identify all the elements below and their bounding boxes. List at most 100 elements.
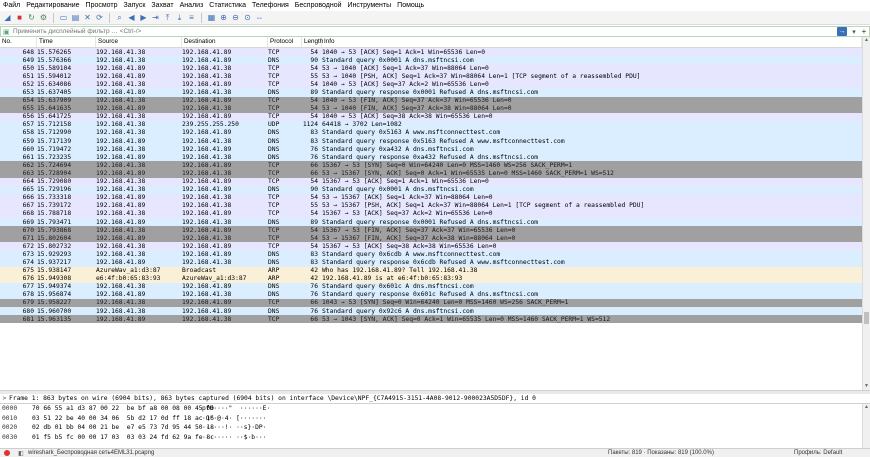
packet-row[interactable]: 677 15.949374 192.168.41.38 192.168.41.89 DN… [0,282,862,291]
packet-row[interactable]: 658 15.712990 192.168.41.38 192.168.41.89 DN… [0,128,862,138]
menu-item[interactable]: Статистика [209,2,246,9]
capture-file-icon[interactable]: ◧ [17,450,25,457]
packet-destination: 192.168.41.38 [182,64,232,72]
packet-row[interactable]: 661 15.723235 192.168.41.89 192.168.41.38 DN… [0,153,862,162]
packet-row[interactable]: 651 15.594012 192.168.41.89 192.168.41.38 TC… [0,72,862,81]
menu-item[interactable]: Редактирование [26,2,79,9]
autoscroll-icon[interactable]: ≡ [187,13,196,22]
menu-item[interactable]: Телефония [252,2,289,9]
packet-list-scrollbar[interactable]: ▲ ▼ [862,37,870,390]
menu-item[interactable]: Просмотр [86,2,118,9]
packet-row[interactable]: 656 15.641725 192.168.41.38 192.168.41.89 TC… [0,112,862,121]
zoom-out-icon[interactable]: ⊖ [231,13,240,22]
packet-row[interactable]: 678 15.956874 192.168.41.89 192.168.41.38 DN… [0,290,862,299]
packet-row[interactable]: 668 15.788718 192.168.41.38 192.168.41.89 TC… [0,209,862,218]
packet-row[interactable]: 654 15.637909 192.168.41.38 192.168.41.89 TC… [0,96,862,105]
find-icon[interactable]: ⌕ [115,13,124,22]
menu-item[interactable]: Захват [151,2,173,9]
packet-no: 653 [22,89,34,97]
filter-dropdown-icon[interactable]: ▾ [849,27,859,36]
packet-row[interactable]: 662 15.724694 192.168.41.38 192.168.41.89 TC… [0,161,862,170]
colorize-icon[interactable]: ▦ [207,13,216,22]
menu-item[interactable]: Файл [3,2,20,9]
bytes-row[interactable]: 0030 01 f5 b5 fc 00 00 17 03 03 03 24 fd … [0,433,862,443]
packet-row[interactable]: 671 15.802604 192.168.41.89 192.168.41.38 TC… [0,234,862,243]
packet-length: 55 [310,202,318,210]
expert-info-icon[interactable] [3,450,11,457]
packet-row[interactable]: 679 15.958227 192.168.41.38 192.168.41.89 TC… [0,298,862,307]
column-header-destination[interactable]: Destination [182,37,268,47]
save-file-icon[interactable]: ▤ [71,13,80,22]
first-packet-icon[interactable]: ⤒ [163,13,172,22]
resize-columns-icon[interactable]: ⇔ [255,13,264,22]
packet-row[interactable]: 663 15.728904 192.168.41.89 192.168.41.38 TC… [0,169,862,178]
packet-row[interactable]: 665 15.729196 192.168.41.38 192.168.41.89 DN… [0,185,862,194]
bytes-row[interactable]: 0000 70 66 55 a1 d3 87 00 22 be bf a8 00 … [0,404,862,414]
add-filter-button[interactable]: + [859,27,869,36]
packet-source: 192.168.41.89 [96,194,146,202]
stop-icon[interactable]: ■ [15,13,24,22]
apply-filter-button[interactable]: → [837,27,847,36]
column-header-source[interactable]: Source [96,37,182,47]
menu-item[interactable]: Помощь [397,2,424,9]
packet-row[interactable]: 670 15.793868 192.168.41.38 192.168.41.89 TC… [0,226,862,235]
packet-no: 677 [22,283,34,291]
packet-row[interactable]: 660 15.719472 192.168.41.38 192.168.41.89 DN… [0,145,862,154]
bookmark-filter-icon[interactable]: ▣ [3,28,10,36]
packet-row[interactable]: 666 15.733318 192.168.41.89 192.168.41.38 TC… [0,193,862,202]
shark-fin-icon[interactable]: ◢ [3,13,12,22]
expand-arrow-icon[interactable]: > [0,395,9,402]
menu-item[interactable]: Инструменты [348,2,392,9]
bytes-row[interactable]: 0020 02 db 01 bb 04 00 21 be e7 e5 73 7d … [0,423,862,433]
go-to-packet-icon[interactable]: ⇥ [151,13,160,22]
packet-row[interactable]: 681 15.963135 192.168.41.89 192.168.41.38 TC… [0,315,862,324]
menu-item[interactable]: Анализ [180,2,204,9]
profile-label[interactable]: Профиль: Default [794,450,842,456]
packet-row[interactable]: 648 15.576265 192.168.41.38 192.168.41.89 TC… [0,48,862,57]
column-header-time[interactable]: Time [37,37,96,47]
menu-item[interactable]: Запуск [124,2,146,9]
packet-protocol: DNS [268,145,280,153]
packet-row[interactable]: 655 15.641635 192.168.41.89 192.168.41.38 TC… [0,104,862,113]
packet-row[interactable]: 649 15.576366 192.168.41.38 192.168.41.89 DN… [0,56,862,65]
packet-row[interactable]: 652 15.634086 192.168.41.38 192.168.41.89 TC… [0,80,862,89]
display-filter-input[interactable] [1,27,837,36]
back-arrow-icon[interactable]: ◀ [127,13,136,22]
packet-no: 669 [22,218,34,226]
restart-icon[interactable]: ↻ [27,13,36,22]
column-header-info[interactable]: Info [322,37,862,47]
options-gear-icon[interactable]: ⚙ [39,13,48,22]
bytes-row[interactable]: 0010 03 51 22 be 40 00 34 06 5b d2 17 0d … [0,414,862,424]
packet-row[interactable]: 674 15.937217 192.168.41.89 192.168.41.38 DN… [0,258,862,267]
packet-row[interactable]: 650 15.589104 192.168.41.89 192.168.41.38 TC… [0,64,862,73]
zoom-normal-icon[interactable]: ⊙ [243,13,252,22]
open-folder-icon[interactable]: ▭ [59,13,68,22]
column-header-no[interactable]: No. [0,37,37,47]
packet-row[interactable]: 659 15.717139 192.168.41.89 192.168.41.38 DN… [0,137,862,146]
column-header-protocol[interactable]: Protocol [268,37,302,47]
scroll-up-icon[interactable]: ▲ [863,37,870,44]
packet-row[interactable]: 657 15.712158 192.168.41.38 239.255.255.250… [0,120,862,129]
last-packet-icon[interactable]: ⤓ [175,13,184,22]
packet-row[interactable]: 680 15.960700 192.168.41.38 192.168.41.89 DN… [0,307,862,316]
packet-row[interactable]: 673 15.929293 192.168.41.38 192.168.41.89 DN… [0,250,862,259]
zoom-in-icon[interactable]: ⊕ [219,13,228,22]
scroll-down-icon[interactable]: ▼ [863,383,870,390]
scroll-thumb[interactable] [864,312,869,324]
packet-length: 54 [310,105,318,113]
packet-row[interactable]: 669 15.793471 192.168.41.89 192.168.41.38 DN… [0,217,862,227]
packet-row[interactable]: 667 15.739172 192.168.41.89 192.168.41.38 TC… [0,201,862,210]
packet-row[interactable]: 672 15.802732 192.168.41.38 192.168.41.89 TC… [0,242,862,251]
packet-row[interactable]: 675 15.938147 AzureWav_a1:d3:87 Broadcast AR… [0,266,862,275]
close-file-icon[interactable]: ✕ [83,13,92,22]
packet-row[interactable]: 676 15.949308 e6:4f:b0:65:83:93 AzureWav_a1… [0,274,862,283]
reload-icon[interactable]: ⟳ [95,13,104,22]
packet-row[interactable]: 653 15.637405 192.168.41.89 192.168.41.38 DN… [0,88,862,97]
frame-summary-line[interactable]: Frame 1: 863 bytes on wire (6904 bits), … [9,395,536,402]
packet-source: AzureWav_a1:d3:87 [96,267,161,275]
packet-row[interactable]: 664 15.729080 192.168.41.38 192.168.41.89 TC… [0,177,862,186]
forward-arrow-icon[interactable]: ▶ [139,13,148,22]
bytes-scrollbar[interactable]: ▲ [862,404,870,448]
menu-item[interactable]: Беспроводной [295,2,342,9]
column-header-length[interactable]: Length [302,37,323,47]
